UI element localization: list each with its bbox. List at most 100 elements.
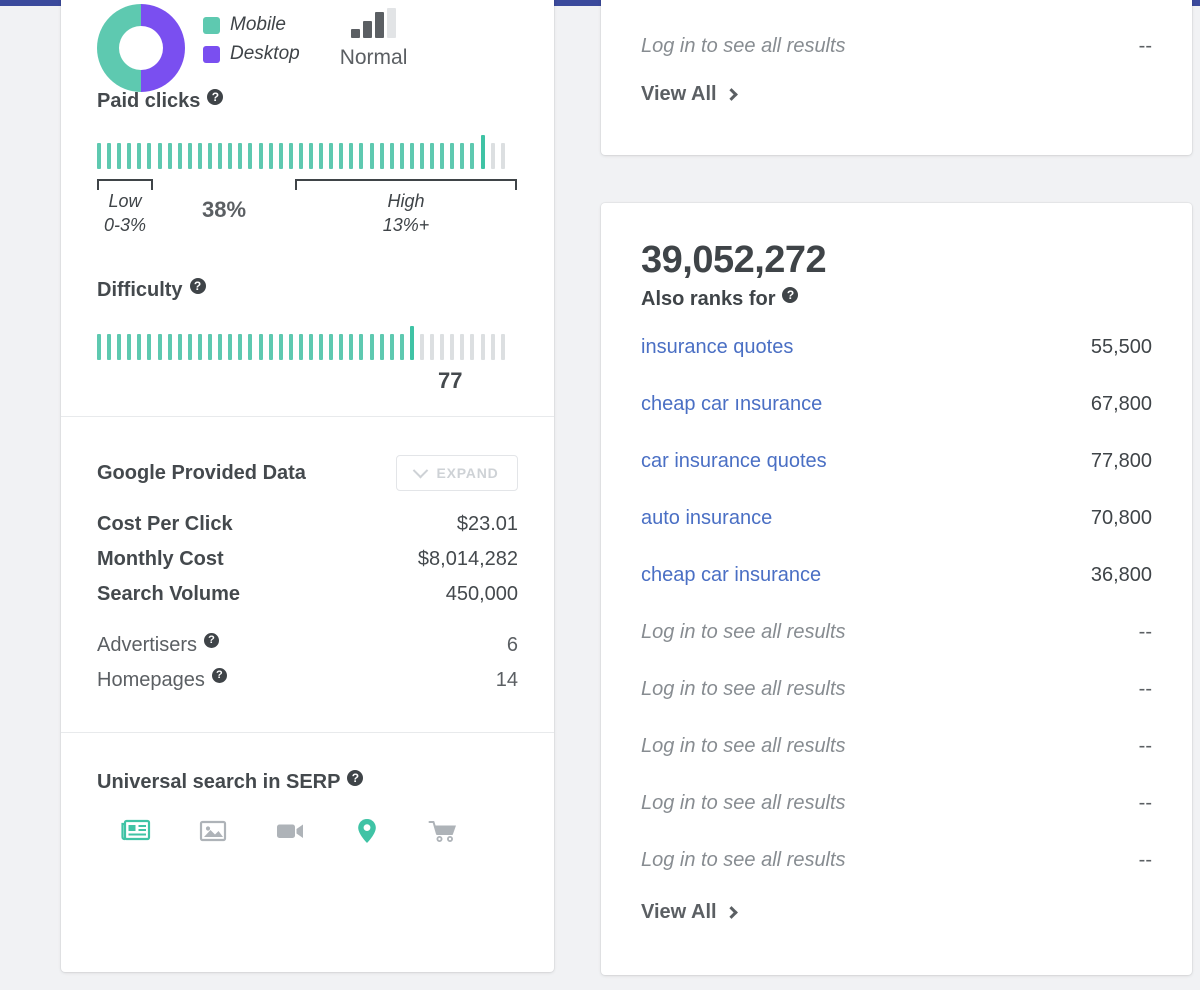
- list-item[interactable]: cheap car ınsurance 67,800: [641, 376, 1152, 433]
- keyword-link[interactable]: cheap car ınsurance: [641, 393, 822, 416]
- gauge-tick: [107, 334, 112, 360]
- google-provided-data-section: Google Provided Data EXPAND Cost Per Cli…: [61, 417, 554, 692]
- help-icon-paid-clicks[interactable]: ?: [207, 88, 224, 105]
- gauge-tick: [258, 334, 263, 360]
- gauge-tick: [329, 143, 334, 169]
- gauge-tick: [298, 334, 303, 360]
- gauge-tick: [278, 334, 283, 360]
- desktop-color-swatch: [203, 45, 220, 63]
- keyword-link[interactable]: car insurance quotes: [641, 450, 827, 473]
- locked-row-value: --: [1138, 678, 1152, 700]
- low-bracket: Low 0-3%: [97, 179, 153, 238]
- gauge-tick: [127, 334, 132, 360]
- image-icon[interactable]: [196, 816, 230, 846]
- expand-button[interactable]: EXPAND: [396, 455, 518, 491]
- paid-clicks-title: Paid clicks: [97, 90, 201, 112]
- gauge-tick: [460, 334, 465, 360]
- location-pin-icon[interactable]: [350, 816, 384, 846]
- device-split-summary: Mobile Desktop Normal: [61, 0, 554, 92]
- locked-row-label: Log in to see all results: [641, 735, 846, 757]
- gauge-tick: [399, 334, 404, 360]
- cost-per-click-label: Cost Per Click: [97, 513, 233, 535]
- gauge-tick: [460, 143, 465, 169]
- list-item[interactable]: Log in to see all results --: [641, 604, 1152, 661]
- gauge-tick: [450, 143, 455, 169]
- list-item[interactable]: car insurance quotes 77,800: [641, 433, 1152, 490]
- locked-row-label: Log in to see all results: [641, 849, 846, 871]
- related-results-card: Log in to see all results -- View All: [601, 0, 1192, 155]
- keyword-link[interactable]: cheap car insurance: [641, 564, 821, 587]
- gauge-tick: [490, 143, 495, 169]
- gauge-tick: [319, 334, 324, 360]
- video-icon[interactable]: [273, 816, 307, 846]
- list-item[interactable]: Log in to see all results --: [641, 832, 1152, 889]
- gauge-tick: [187, 334, 192, 360]
- related-results-body: Log in to see all results -- View All: [601, 18, 1192, 106]
- homepages-label: Homepages: [97, 669, 205, 691]
- list-item[interactable]: Log in to see all results --: [641, 18, 1152, 75]
- gauge-tick: [187, 143, 192, 169]
- signal-bars-icon: [351, 8, 397, 38]
- gauge-tick: [319, 143, 324, 169]
- gauge-tick: [470, 334, 475, 360]
- gauge-tick: [238, 143, 243, 169]
- list-item[interactable]: Log in to see all results --: [641, 661, 1152, 718]
- advertisers-label: Advertisers: [97, 634, 198, 656]
- gauge-tick: [208, 143, 213, 169]
- list-item[interactable]: cheap car insurance 36,800: [641, 547, 1152, 604]
- gauge-tick: [278, 143, 283, 169]
- locked-row-value: --: [1138, 792, 1152, 814]
- help-icon-difficulty[interactable]: ?: [189, 277, 206, 294]
- gauge-tick: [228, 143, 233, 169]
- difficulty-value-row: 77: [97, 360, 518, 394]
- shopping-cart-icon[interactable]: [427, 816, 461, 846]
- competition-label: Normal: [339, 46, 408, 69]
- universal-search-title-row: Universal search in SERP ?: [97, 769, 518, 794]
- table-row: Cost Per Click $23.01: [97, 513, 518, 536]
- gauge-tick: [258, 143, 263, 169]
- list-item[interactable]: auto insurance 70,800: [641, 490, 1152, 547]
- gauge-tick: [399, 143, 404, 169]
- help-icon-advertisers[interactable]: ?: [204, 633, 220, 648]
- gauge-tick: [97, 334, 101, 360]
- paid-clicks-section: Paid clicks ? Low 0-3% 38% High 13%+: [61, 88, 554, 249]
- universal-search-icon-row: [97, 816, 518, 846]
- list-item[interactable]: insurance quotes 55,500: [641, 319, 1152, 376]
- gauge-tick: [409, 143, 414, 169]
- gauge-tick: [248, 143, 253, 169]
- help-icon-also-ranks[interactable]: ?: [782, 286, 799, 303]
- gauge-tick: [298, 143, 303, 169]
- homepages-label-wrap: Homepages ?: [97, 668, 227, 692]
- help-icon-homepages[interactable]: ?: [211, 668, 227, 683]
- list-item[interactable]: Log in to see all results --: [641, 775, 1152, 832]
- keyword-link[interactable]: auto insurance: [641, 507, 772, 530]
- gauge-tick: [308, 334, 313, 360]
- difficulty-tick-gauge: [97, 326, 517, 360]
- gauge-tick: [389, 334, 394, 360]
- table-row: Monthly Cost $8,014,282: [97, 548, 518, 571]
- legend-item-desktop: Desktop: [203, 43, 300, 65]
- competition-indicator: Normal: [339, 4, 408, 70]
- gauge-tick: [107, 143, 112, 169]
- gauge-tick: [127, 143, 132, 169]
- list-item[interactable]: Log in to see all results --: [641, 718, 1152, 775]
- news-icon[interactable]: [119, 816, 153, 846]
- gpd-secondary-rows: Advertisers ? 6 Homepages ? 14: [97, 633, 518, 692]
- gauge-tick: [430, 334, 435, 360]
- gauge-tick: [389, 143, 394, 169]
- keyword-link[interactable]: insurance quotes: [641, 336, 793, 359]
- help-icon-universal-search[interactable]: ?: [347, 769, 364, 786]
- gauge-tick: [379, 334, 384, 360]
- gauge-tick: [157, 334, 162, 360]
- gauge-tick: [218, 143, 223, 169]
- also-ranks-list: insurance quotes 55,500 cheap car ınsuranc…: [641, 319, 1152, 889]
- keyword-volume: 77,800: [1090, 450, 1152, 472]
- legend-label-desktop: Desktop: [230, 43, 300, 64]
- also-ranks-for-card: 39,052,272 Also ranks for ? insurance qu…: [601, 203, 1192, 975]
- difficulty-section: Difficulty ? 77: [61, 277, 554, 394]
- google-provided-data-title: Google Provided Data: [97, 461, 306, 484]
- gauge-tick: [197, 143, 202, 169]
- view-all-button-top[interactable]: View All: [641, 83, 1152, 106]
- view-all-button-bottom[interactable]: View All: [641, 901, 1152, 924]
- table-row: Homepages ? 14: [97, 668, 518, 692]
